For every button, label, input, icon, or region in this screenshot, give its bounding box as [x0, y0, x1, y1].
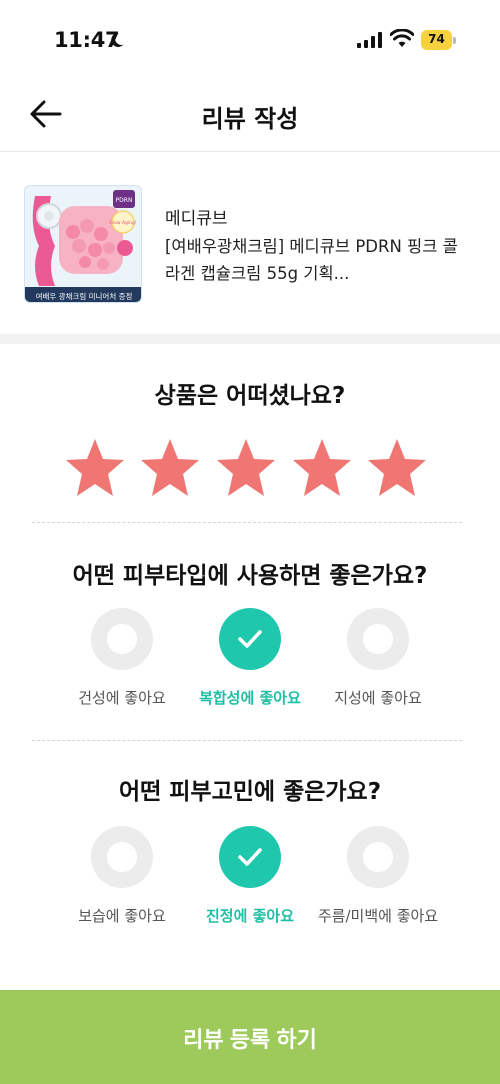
option-label: 지성에 좋아요	[334, 689, 422, 707]
option-circle[interactable]	[91, 826, 153, 888]
star-icon[interactable]	[215, 437, 277, 499]
option-circle[interactable]	[91, 608, 153, 670]
battery-level: 74	[428, 32, 445, 46]
status-time: 11:47	[54, 28, 120, 52]
submit-review-button[interactable]: 리뷰 등록 하기	[0, 990, 500, 1084]
option-circle[interactable]	[347, 826, 409, 888]
product-name: [여배우광채크림] 메디큐브 PDRN 핑크 콜라겐 캡슐크림 55g 기획..…	[165, 237, 458, 283]
option-label: 진정에 좋아요	[205, 907, 295, 925]
status-bar: 11:47 74	[0, 0, 500, 80]
section-divider	[0, 334, 500, 344]
svg-text:여배우 광채크림 미니어처 증정: 여배우 광채크림 미니어처 증정	[36, 291, 133, 301]
star-icon[interactable]	[366, 437, 428, 499]
star-rating[interactable]	[0, 437, 500, 499]
product-image: PDRN Glow Aging! 여배우 광채크림 미니어처 증정	[24, 185, 142, 303]
product-image-art: PDRN Glow Aging! 여배우 광채크림 미니어처 증정	[25, 186, 141, 302]
star-icon[interactable]	[291, 437, 353, 499]
dashed-divider	[32, 740, 462, 741]
product-brand: 메디큐브	[165, 209, 228, 229]
svg-text:PDRN: PDRN	[116, 197, 133, 204]
wifi-icon	[390, 29, 414, 47]
svg-text:Glow Aging!: Glow Aging!	[109, 220, 136, 226]
rating-question: 상품은 어떠셨나요?	[154, 383, 346, 409]
moon-icon	[111, 32, 124, 47]
skin-type-question: 어떤 피부타입에 사용하면 좋은가요?	[72, 563, 428, 589]
option-circle-selected[interactable]	[219, 608, 281, 670]
app-header: 리뷰 작성	[0, 80, 500, 152]
check-icon	[238, 848, 262, 866]
option-label: 주름/미백에 좋아요	[317, 907, 439, 925]
signal-icon	[357, 32, 382, 48]
product-summary: PDRN Glow Aging! 여배우 광채크림 미니어처 증정 메디큐브 […	[0, 153, 500, 335]
submit-review-label: 리뷰 등록 하기	[183, 1027, 317, 1052]
option-circle-selected[interactable]	[219, 826, 281, 888]
page-title: 리뷰 작성	[201, 105, 299, 133]
option-circle[interactable]	[347, 608, 409, 670]
skin-concern-question: 어떤 피부고민에 좋은가요?	[118, 779, 382, 805]
dashed-divider	[32, 522, 462, 523]
star-icon[interactable]	[64, 437, 126, 499]
battery-indicator: 74	[421, 30, 457, 50]
check-icon	[238, 630, 262, 648]
star-icon[interactable]	[139, 437, 201, 499]
